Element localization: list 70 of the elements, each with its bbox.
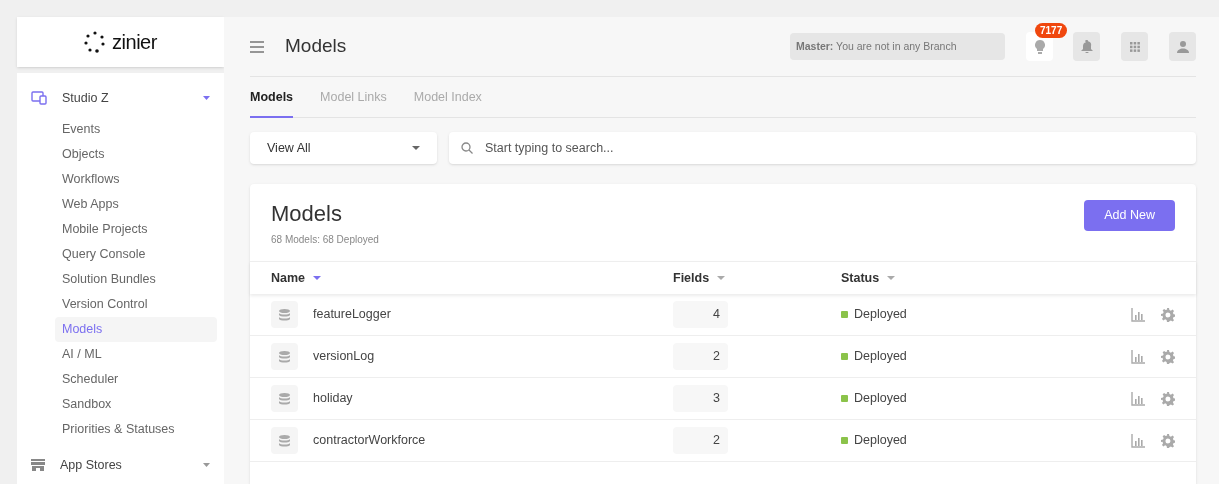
sort-caret-icon[interactable] — [717, 276, 726, 280]
branch-indicator: Master: You are not in any Branch — [790, 33, 1005, 60]
nav-item[interactable]: Version Control — [55, 292, 217, 317]
status-text: Deployed — [854, 432, 907, 450]
nav-section-label[interactable]: Studio Z — [62, 88, 203, 108]
model-name[interactable]: featureLogger — [313, 305, 391, 324]
nav-item[interactable]: AI / ML — [55, 342, 217, 367]
grid-icon — [1129, 41, 1140, 52]
caret-icon[interactable] — [203, 463, 210, 467]
tab[interactable]: Models — [250, 77, 294, 118]
bar-chart-icon[interactable] — [1131, 391, 1145, 406]
bar-chart-icon[interactable] — [1131, 307, 1145, 322]
nav-item[interactable]: Web Apps — [55, 192, 217, 217]
database-icon — [271, 343, 298, 370]
database-icon — [271, 427, 298, 454]
store-icon — [31, 459, 45, 471]
database-icon — [271, 385, 298, 412]
user-button[interactable] — [1169, 32, 1196, 61]
devices-icon — [31, 91, 47, 105]
nav-item[interactable]: Sandbox — [55, 392, 217, 417]
fields-count: 2 — [673, 427, 728, 454]
fields-count: 2 — [673, 343, 728, 370]
nav-item[interactable]: Solution Bundles — [55, 267, 217, 292]
caret-icon[interactable] — [203, 96, 210, 100]
card-title: Models — [271, 200, 343, 228]
settings-icon[interactable] — [1161, 391, 1175, 406]
notification-count-badge: 7177 — [1035, 23, 1068, 38]
column-header[interactable]: Name — [271, 268, 306, 288]
add-new-button[interactable]: Add New — [1084, 200, 1175, 231]
nav-item[interactable]: Objects — [55, 142, 217, 167]
settings-icon[interactable] — [1161, 307, 1175, 322]
fields-count: 3 — [673, 385, 728, 412]
nav-item[interactable]: Models — [55, 317, 217, 342]
page-title: Models — [285, 34, 347, 59]
apps-grid-button[interactable] — [1121, 32, 1148, 61]
search-field[interactable]: Start typing to search... — [449, 132, 1196, 164]
nav-item[interactable]: Scheduler — [55, 367, 217, 392]
nav-section-label[interactable]: App Stores — [60, 455, 203, 475]
card-subtitle: 68 Models: 68 Deployed — [271, 233, 379, 247]
nav-item[interactable]: Mobile Projects — [55, 217, 217, 242]
nav-item[interactable]: Workflows — [55, 167, 217, 192]
user-icon — [1176, 40, 1189, 53]
status-text: Deployed — [854, 390, 907, 408]
column-header[interactable]: Fields — [673, 268, 710, 288]
view-filter-dropdown[interactable]: View All — [250, 132, 437, 164]
nav-item[interactable]: Query Console — [55, 242, 217, 267]
caret-icon — [412, 146, 420, 150]
search-icon — [461, 142, 473, 154]
logo-text: zinier — [112, 30, 157, 55]
database-icon — [271, 301, 298, 328]
logo-dots-icon — [84, 31, 107, 53]
model-name[interactable]: versionLog — [313, 347, 375, 366]
sort-caret-icon[interactable] — [313, 276, 322, 280]
status-text: Deployed — [854, 348, 907, 366]
menu-icon[interactable] — [250, 40, 264, 53]
settings-icon[interactable] — [1161, 433, 1175, 448]
lightbulb-icon[interactable] — [1034, 39, 1045, 54]
column-header[interactable]: Status — [841, 268, 880, 288]
bell-icon — [1080, 40, 1093, 53]
nav-item[interactable]: Events — [55, 117, 217, 142]
model-name[interactable]: holiday — [313, 389, 353, 408]
model-name[interactable]: contractorWorkforce — [313, 431, 426, 450]
settings-icon[interactable] — [1161, 349, 1175, 364]
nav-item[interactable]: Priorities & Statuses — [55, 417, 217, 442]
sort-caret-icon[interactable] — [887, 276, 896, 280]
fields-count: 4 — [673, 301, 728, 328]
bar-chart-icon[interactable] — [1131, 349, 1145, 364]
status-text: Deployed — [854, 306, 907, 324]
bell-button[interactable] — [1073, 32, 1100, 61]
bar-chart-icon[interactable] — [1131, 433, 1145, 448]
